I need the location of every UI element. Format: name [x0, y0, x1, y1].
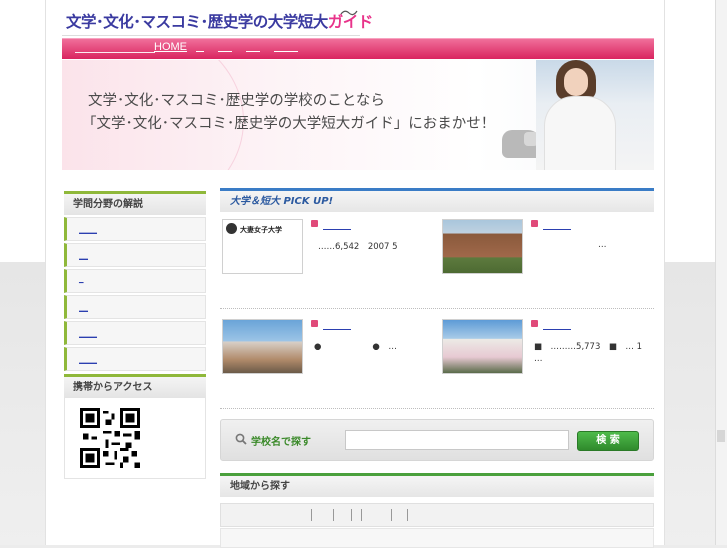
sidebar-item[interactable]: ＿	[64, 243, 206, 267]
search-button[interactable]: 検 索	[577, 431, 639, 451]
hero-headline-1: 文学･文化･マスコミ･歴史学の学校のことなら	[88, 93, 385, 109]
school-bullet-icon	[311, 320, 318, 327]
sidebar: 学問分野の解説 ＿＿ ＿ _ ＿ ＿＿ ＿＿ 携帯からアクセス	[64, 191, 206, 479]
school-search-panel: 学校名で探す 検 索	[220, 419, 654, 461]
region-separator	[333, 509, 334, 521]
sidebar-item-label[interactable]: ＿	[79, 300, 88, 313]
school-name-link[interactable]	[543, 220, 571, 230]
nav-home-link[interactable]: HOME	[154, 41, 187, 53]
sidebar-item-label[interactable]: ＿	[79, 248, 88, 261]
logo-swoosh-icon	[340, 10, 358, 16]
school-bullet-icon	[311, 220, 318, 227]
school-thumbnail[interactable]: 大妻女子大学	[222, 219, 303, 274]
page-container: 文学･文化･マスコミ･歴史学の大学短大ガイド HOME 文学･文化･マスコミ･歴…	[45, 0, 665, 548]
logo-main-text: 文学･文化･マスコミ･歴史学の大学短大	[66, 13, 328, 31]
nav-link-2[interactable]	[218, 51, 232, 52]
vertical-scrollbar[interactable]	[715, 0, 727, 545]
main-content: 大学＆短大 PICK UP! 大妻女子大学 ……6,542 2007 5 … ●…	[220, 188, 654, 548]
school-description: ● ● …	[314, 342, 397, 352]
region-heading: 地域から探す	[220, 473, 654, 497]
school-description: ……6,542 2007 5	[318, 242, 398, 252]
school-bullet-icon	[531, 320, 538, 327]
pickup-heading: 大学＆短大 PICK UP!	[220, 188, 654, 212]
scrollbar-thumb[interactable]	[717, 430, 725, 442]
school-search-input[interactable]	[345, 430, 569, 450]
qr-panel	[64, 398, 206, 479]
search-icon	[235, 433, 247, 445]
qr-code-icon	[80, 408, 140, 468]
school-thumb-text: 大妻女子大学	[240, 226, 282, 234]
nav-link-3[interactable]	[246, 51, 260, 52]
sidebar-item[interactable]: ＿＿	[64, 217, 206, 241]
pickup-divider	[220, 408, 654, 410]
school-thumbnail[interactable]	[222, 319, 303, 374]
nav-underline	[75, 52, 155, 53]
region-link-row	[220, 528, 654, 548]
region-separator	[391, 509, 392, 521]
pickup-card[interactable]: 大妻女子大学 ……6,542 2007 5	[222, 219, 432, 279]
sidebar-heading-mobile: 携帯からアクセス	[64, 374, 206, 398]
logo-text: 文学･文化･マスコミ･歴史学の大学短大ガイド	[66, 10, 373, 32]
main-nav: HOME	[62, 38, 654, 59]
search-label: 学校名で探す	[251, 437, 311, 448]
hero-person-face	[564, 68, 588, 96]
sidebar-item[interactable]: ＿＿	[64, 321, 206, 345]
school-description: …	[598, 240, 607, 250]
sidebar-item-label[interactable]: ＿＿	[79, 222, 97, 235]
hero-photo	[536, 60, 654, 170]
nav-link-1[interactable]	[196, 51, 204, 52]
site-logo[interactable]: 文学･文化･マスコミ･歴史学の大学短大ガイド	[62, 4, 373, 36]
school-description-2: …	[534, 354, 543, 364]
sidebar-item-label[interactable]: ＿＿	[79, 326, 97, 339]
school-bullet-icon	[531, 220, 538, 227]
school-description: ■ ………5,773 ■ … 1	[534, 342, 643, 352]
school-name-link[interactable]	[543, 320, 571, 330]
pickup-card[interactable]: ■ ………5,773 ■ … 1 …	[442, 319, 652, 379]
school-emblem-icon	[226, 223, 237, 234]
pickup-card[interactable]: ● ● …	[222, 319, 432, 379]
school-name-link[interactable]	[323, 320, 351, 330]
pickup-divider	[220, 308, 654, 310]
sidebar-item-label[interactable]: _	[79, 274, 84, 284]
hero-headline-2: 「文学･文化･マスコミ･歴史学の大学短大ガイド」におまかせ！	[82, 116, 496, 132]
region-separator	[407, 509, 408, 521]
school-thumbnail[interactable]	[442, 319, 523, 374]
school-thumbnail[interactable]	[442, 219, 523, 274]
school-name-link[interactable]	[323, 220, 351, 230]
nav-link-4[interactable]	[274, 51, 298, 52]
hero-person-body	[544, 96, 616, 170]
region-separator	[351, 509, 352, 521]
sidebar-item[interactable]: ＿＿	[64, 347, 206, 371]
region-separator	[361, 509, 362, 521]
sidebar-item[interactable]: ＿	[64, 295, 206, 319]
sidebar-heading-fields: 学問分野の解説	[64, 191, 206, 215]
region-link-row	[220, 503, 654, 527]
hero-banner: 文学･文化･マスコミ･歴史学の学校のことなら 「文学･文化･マスコミ･歴史学の大…	[62, 60, 654, 170]
pickup-card[interactable]: …	[442, 219, 652, 279]
sidebar-item-label[interactable]: ＿＿	[79, 352, 97, 365]
sidebar-item[interactable]: _	[64, 269, 206, 293]
region-separator	[311, 509, 312, 521]
